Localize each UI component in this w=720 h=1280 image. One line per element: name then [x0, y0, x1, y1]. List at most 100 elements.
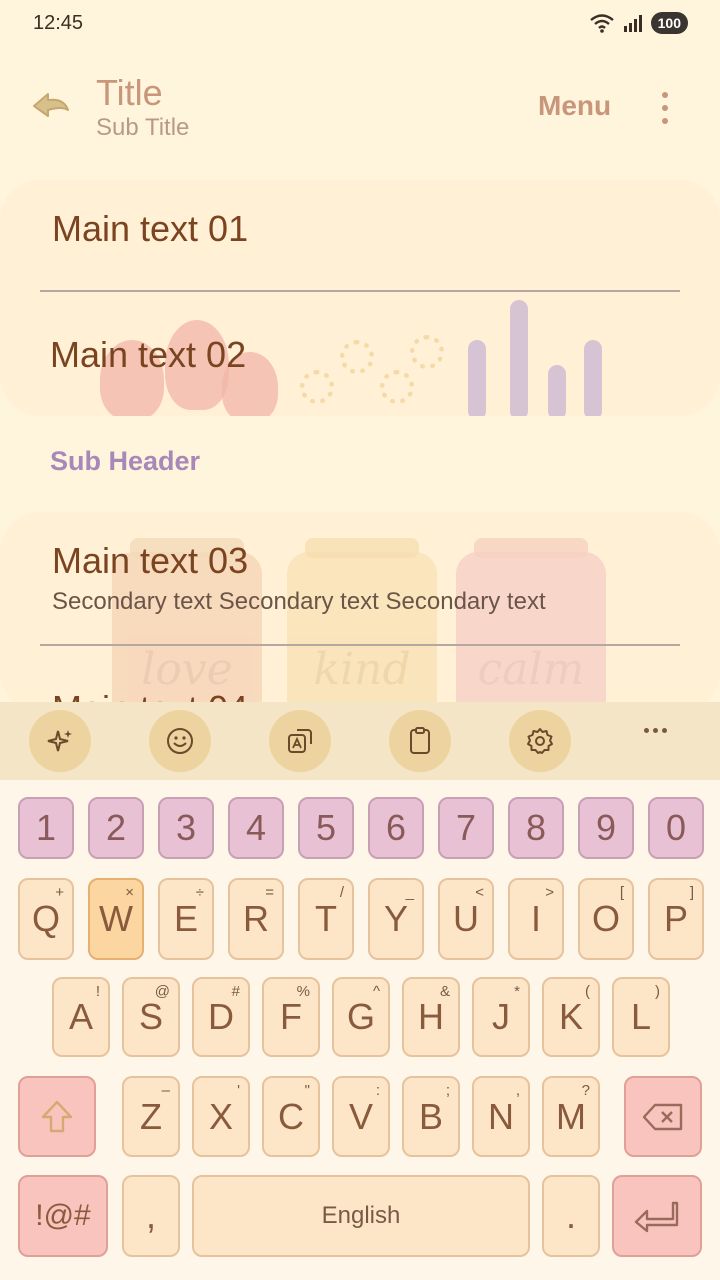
- jar-word: calm: [477, 644, 585, 695]
- key-hint: =: [265, 884, 274, 901]
- key-label: V: [348, 1095, 373, 1137]
- status-bar: 12:45 100: [0, 0, 720, 50]
- symbols-key[interactable]: !@#: [18, 1175, 108, 1257]
- key-label: C: [278, 1095, 304, 1137]
- sparkle-icon: [47, 730, 72, 752]
- key-hint: +: [55, 884, 64, 901]
- key-w[interactable]: W ×: [88, 878, 144, 960]
- more-options-button[interactable]: [650, 88, 680, 128]
- key-label: F: [280, 996, 302, 1037]
- list-item-title[interactable]: Main text 02: [50, 334, 246, 376]
- key-hint: ": [304, 1082, 310, 1099]
- key-label: 2: [105, 807, 127, 848]
- space-bar[interactable]: English: [192, 1175, 530, 1257]
- key-6[interactable]: 6: [368, 797, 424, 859]
- period-key[interactable]: .: [542, 1175, 600, 1257]
- key-j[interactable]: J *: [472, 977, 530, 1057]
- key-d[interactable]: D #: [192, 977, 250, 1057]
- key-f[interactable]: F%: [262, 977, 320, 1057]
- menu-button[interactable]: Menu: [538, 90, 611, 122]
- key-s[interactable]: S @: [122, 977, 180, 1057]
- key-v[interactable]: V:: [332, 1076, 390, 1157]
- key-r[interactable]: R =: [228, 878, 284, 960]
- key-hint: ': [237, 1082, 240, 1099]
- key-hint: ^: [372, 983, 380, 1000]
- key-label: Z: [140, 1095, 162, 1137]
- key-hint: @: [154, 983, 170, 1000]
- key-hint: ]: [689, 884, 694, 901]
- wifi-icon: [589, 14, 614, 33]
- shift-key[interactable]: [18, 1076, 96, 1157]
- key-1[interactable]: 1: [18, 797, 74, 859]
- key-7[interactable]: 7: [438, 797, 494, 859]
- jar-illustration: kind: [287, 538, 437, 712]
- key-o[interactable]: O[: [578, 878, 634, 960]
- back-arrow-icon: [33, 93, 69, 117]
- key-z[interactable]: Z –: [122, 1076, 180, 1157]
- comma-key[interactable]: ,: [122, 1175, 180, 1257]
- key-label: ,: [145, 1195, 156, 1236]
- key-label: 7: [455, 807, 477, 848]
- key-2[interactable]: 2: [88, 797, 144, 859]
- key-hint: :: [375, 1082, 380, 1099]
- key-9[interactable]: 9: [578, 797, 634, 859]
- key-label: B: [418, 1095, 443, 1137]
- key-label: O: [591, 898, 620, 939]
- settings-icon: [527, 728, 553, 754]
- settings-button[interactable]: [509, 710, 571, 772]
- key-hint: %: [296, 983, 310, 1000]
- key-label: 5: [315, 807, 337, 848]
- key-4[interactable]: 4: [228, 797, 284, 859]
- key-a[interactable]: A!: [52, 977, 110, 1057]
- key-label: L: [630, 996, 652, 1037]
- key-label: J: [492, 996, 510, 1037]
- key-h[interactable]: H &: [402, 977, 460, 1057]
- key-label: W: [99, 898, 133, 939]
- status-time: 12:45: [33, 12, 84, 34]
- list-item-secondary: Secondary text Secondary text Secondary …: [52, 588, 546, 615]
- more-dot: [662, 105, 668, 111]
- key-m[interactable]: M?: [542, 1076, 600, 1157]
- key-label: !@#: [35, 1199, 91, 1232]
- key-t[interactable]: T /: [298, 878, 354, 960]
- key-k[interactable]: K(: [542, 977, 600, 1057]
- key-label: I: [530, 898, 541, 939]
- key-n[interactable]: N,: [472, 1076, 530, 1157]
- enter-icon: [634, 1201, 679, 1233]
- key-hint: &: [439, 983, 450, 1000]
- backspace-key[interactable]: [624, 1076, 702, 1157]
- translate-button[interactable]: [269, 710, 331, 772]
- list-divider: [40, 644, 680, 646]
- key-p[interactable]: P]: [648, 878, 704, 960]
- key-g[interactable]: G ^: [332, 977, 390, 1057]
- ai-tools-button[interactable]: [29, 710, 91, 772]
- key-label: X: [208, 1095, 233, 1137]
- app-bar: Title Sub Title Menu: [0, 60, 720, 160]
- key-8[interactable]: 8: [508, 797, 564, 859]
- key-x[interactable]: X ': [192, 1076, 250, 1157]
- key-e[interactable]: E ÷: [158, 878, 214, 960]
- key-3[interactable]: 3: [158, 797, 214, 859]
- key-label: Y: [383, 898, 408, 939]
- list-item-title[interactable]: Main text 01: [52, 208, 248, 250]
- clipboard-button[interactable]: [389, 710, 451, 772]
- list-item-title[interactable]: Main text 03: [52, 540, 248, 582]
- key-c[interactable]: C ": [262, 1076, 320, 1157]
- key-i[interactable]: I >: [508, 878, 564, 960]
- key-l[interactable]: L): [612, 977, 670, 1057]
- key-label: N: [488, 1095, 514, 1137]
- key-0[interactable]: 0: [648, 797, 704, 859]
- battery-indicator: 100: [650, 12, 688, 34]
- key-hint: !: [95, 983, 100, 1000]
- key-q[interactable]: Q +: [18, 878, 74, 960]
- back-button[interactable]: [28, 88, 78, 132]
- key-b[interactable]: B;: [402, 1076, 460, 1157]
- key-u[interactable]: U <: [438, 878, 494, 960]
- more-tools-button[interactable]: [644, 728, 667, 733]
- key-5[interactable]: 5: [298, 797, 354, 859]
- key-y[interactable]: Y _: [368, 878, 424, 960]
- emoji-button[interactable]: [149, 710, 211, 772]
- enter-key[interactable]: [612, 1175, 702, 1257]
- key-label: E: [173, 898, 198, 939]
- more-dot: [662, 118, 668, 124]
